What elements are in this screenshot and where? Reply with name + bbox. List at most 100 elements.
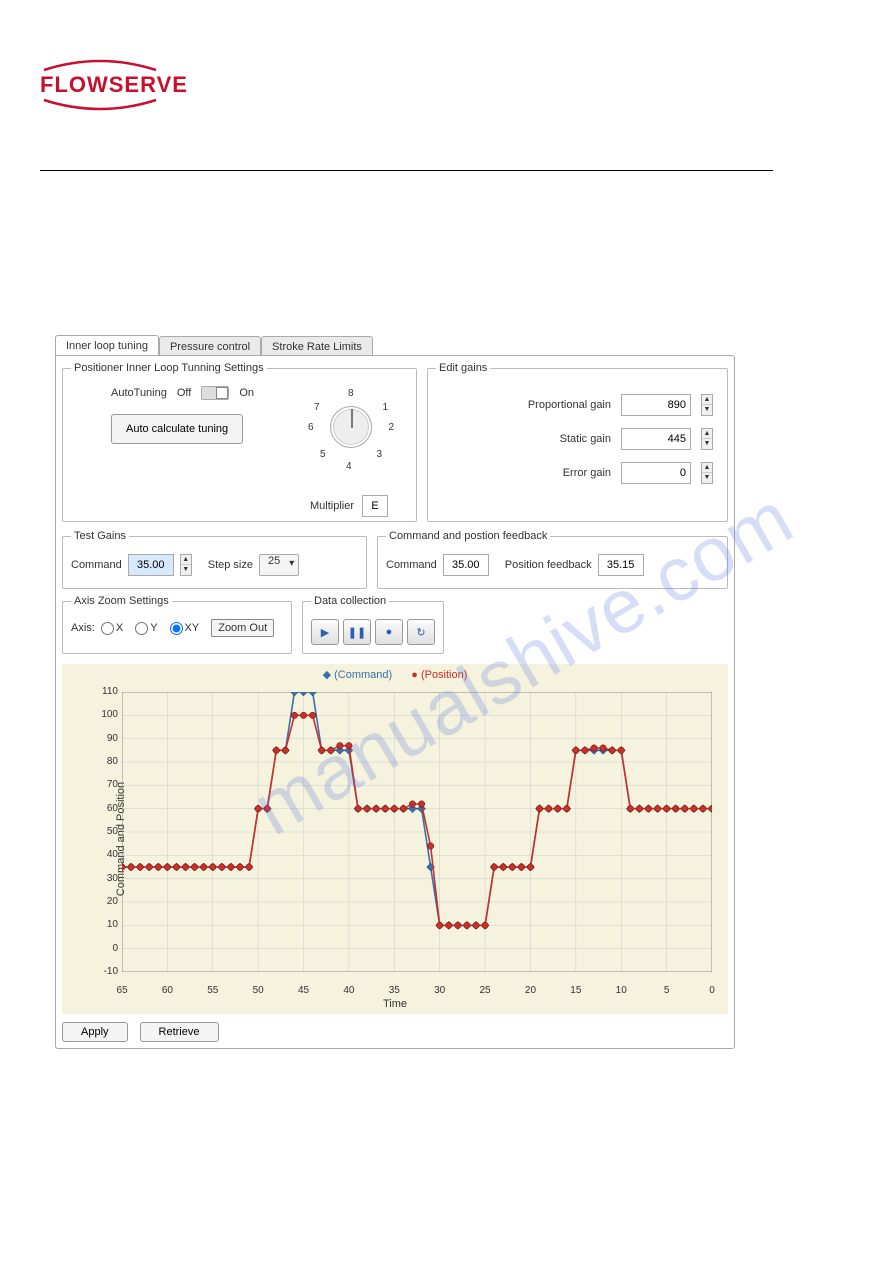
retrieve-button[interactable]: Retrieve bbox=[140, 1022, 219, 1042]
proportional-gain-spinner[interactable]: ▲▼ bbox=[701, 394, 713, 416]
x-tick: 20 bbox=[520, 985, 540, 996]
brand-logo: FLOWSERVE bbox=[40, 58, 188, 112]
x-tick: 30 bbox=[430, 985, 450, 996]
x-tick: 65 bbox=[112, 985, 132, 996]
test-command-spinner[interactable]: ▲▼ bbox=[180, 554, 192, 576]
autotuning-on-label: On bbox=[239, 387, 254, 399]
spin-up-icon[interactable]: ▲ bbox=[181, 555, 191, 565]
legend-position-label: (Position) bbox=[421, 669, 467, 681]
axis-label: Axis: bbox=[71, 622, 95, 634]
zoom-out-button[interactable]: Zoom Out bbox=[211, 619, 274, 637]
axis-xy-label: XY bbox=[185, 622, 200, 634]
error-gain-input[interactable] bbox=[621, 462, 691, 484]
position-feedback-input bbox=[598, 554, 644, 576]
x-tick: 45 bbox=[294, 985, 314, 996]
spin-up-icon[interactable]: ▲ bbox=[702, 395, 712, 405]
x-tick: 15 bbox=[566, 985, 586, 996]
test-command-input[interactable] bbox=[128, 554, 174, 576]
axis-y-radio[interactable]: Y bbox=[135, 622, 157, 635]
axis-x-label: X bbox=[116, 622, 123, 634]
x-tick: 25 bbox=[475, 985, 495, 996]
proportional-gain-input[interactable] bbox=[621, 394, 691, 416]
y-tick: 20 bbox=[98, 896, 118, 907]
axis-y-label: Y bbox=[150, 622, 157, 634]
y-tick: -10 bbox=[98, 966, 118, 977]
tab-inner-loop[interactable]: Inner loop tuning bbox=[55, 335, 159, 357]
spin-down-icon[interactable]: ▼ bbox=[181, 565, 191, 575]
dial-tick-1: 1 bbox=[382, 402, 388, 413]
static-gain-input[interactable] bbox=[621, 428, 691, 450]
autotuning-switch[interactable] bbox=[201, 386, 229, 400]
spin-down-icon[interactable]: ▼ bbox=[702, 439, 712, 449]
apply-button[interactable]: Apply bbox=[62, 1022, 128, 1042]
static-gain-spinner[interactable]: ▲▼ bbox=[701, 428, 713, 450]
inner-loop-settings-group: Positioner Inner Loop Tunning Settings A… bbox=[62, 362, 417, 522]
pause-icon: ❚❚ bbox=[348, 626, 366, 639]
edit-gains-legend: Edit gains bbox=[436, 362, 490, 374]
dial-tick-6: 6 bbox=[308, 422, 314, 433]
y-tick: 80 bbox=[98, 756, 118, 767]
y-tick: 60 bbox=[98, 803, 118, 814]
static-gain-label: Static gain bbox=[560, 433, 611, 445]
spin-down-icon[interactable]: ▼ bbox=[702, 405, 712, 415]
step-size-select[interactable]: 25 bbox=[259, 554, 299, 576]
autotuning-label: AutoTuning bbox=[111, 387, 167, 399]
pause-button[interactable]: ❚❚ bbox=[343, 619, 371, 645]
autotuning-off-label: Off bbox=[177, 387, 191, 399]
axis-xy-radio[interactable]: XY bbox=[170, 622, 200, 635]
step-size-label: Step size bbox=[208, 559, 253, 571]
x-tick: 50 bbox=[248, 985, 268, 996]
x-tick: 60 bbox=[157, 985, 177, 996]
play-button[interactable]: ▶ bbox=[311, 619, 339, 645]
y-tick: 110 bbox=[98, 686, 118, 697]
tab-strip: Inner loop tuning Pressure control Strok… bbox=[55, 335, 373, 357]
auto-calculate-button[interactable]: Auto calculate tuning bbox=[111, 414, 243, 444]
play-icon: ▶ bbox=[321, 626, 329, 639]
data-collection-group: Data collection ▶ ❚❚ ● ↻ bbox=[302, 595, 444, 654]
dial-tick-2: 2 bbox=[388, 422, 394, 433]
tab-stroke-limits[interactable]: Stroke Rate Limits bbox=[261, 336, 373, 357]
dial-tick-7: 7 bbox=[314, 402, 320, 413]
tuning-dial[interactable]: 8 1 7 2 6 3 5 4 bbox=[316, 392, 386, 462]
test-gains-legend: Test Gains bbox=[71, 530, 129, 542]
y-tick: 50 bbox=[98, 826, 118, 837]
tab-panel: Positioner Inner Loop Tunning Settings A… bbox=[55, 355, 735, 1049]
chart-canvas[interactable] bbox=[122, 692, 712, 972]
legend-position: ● (Position) bbox=[411, 669, 467, 681]
refresh-button[interactable]: ↻ bbox=[407, 619, 435, 645]
x-tick: 0 bbox=[702, 985, 722, 996]
x-tick: 40 bbox=[339, 985, 359, 996]
axis-zoom-legend: Axis Zoom Settings bbox=[71, 595, 172, 607]
y-tick: 70 bbox=[98, 779, 118, 790]
spin-down-icon[interactable]: ▼ bbox=[702, 473, 712, 483]
stop-icon: ● bbox=[386, 626, 393, 638]
axis-x-radio[interactable]: X bbox=[101, 622, 123, 635]
data-collection-legend: Data collection bbox=[311, 595, 389, 607]
error-gain-spinner[interactable]: ▲▼ bbox=[701, 462, 713, 484]
cmd-feedback-legend: Command and postion feedback bbox=[386, 530, 550, 542]
proportional-gain-label: Proportional gain bbox=[528, 399, 611, 411]
legend-command: ◆ (Command) bbox=[323, 669, 393, 681]
step-size-value: 25 bbox=[268, 555, 280, 567]
y-tick: 40 bbox=[98, 849, 118, 860]
y-tick: 0 bbox=[98, 943, 118, 954]
spin-up-icon[interactable]: ▲ bbox=[702, 429, 712, 439]
x-tick: 5 bbox=[657, 985, 677, 996]
chart-legend: ◆ (Command) ● (Position) bbox=[62, 668, 728, 681]
stop-button[interactable]: ● bbox=[375, 619, 403, 645]
edit-gains-group: Edit gains Proportional gain ▲▼ Static g… bbox=[427, 362, 728, 522]
multiplier-input[interactable] bbox=[362, 495, 388, 517]
test-gains-group: Test Gains Command ▲▼ Step size 25 bbox=[62, 530, 367, 589]
dial-tick-3: 3 bbox=[376, 449, 382, 460]
tab-pressure-control[interactable]: Pressure control bbox=[159, 336, 261, 357]
axis-zoom-group: Axis Zoom Settings Axis: X Y XY Zoom Out bbox=[62, 595, 292, 654]
cmd-feedback-group: Command and postion feedback Command Pos… bbox=[377, 530, 728, 589]
feedback-command-input bbox=[443, 554, 489, 576]
dial-tick-5: 5 bbox=[320, 449, 326, 460]
multiplier-label: Multiplier bbox=[310, 500, 354, 512]
header-divider bbox=[40, 170, 773, 171]
y-tick: 100 bbox=[98, 709, 118, 720]
x-tick: 55 bbox=[203, 985, 223, 996]
spin-up-icon[interactable]: ▲ bbox=[702, 463, 712, 473]
feedback-command-label: Command bbox=[386, 559, 437, 571]
